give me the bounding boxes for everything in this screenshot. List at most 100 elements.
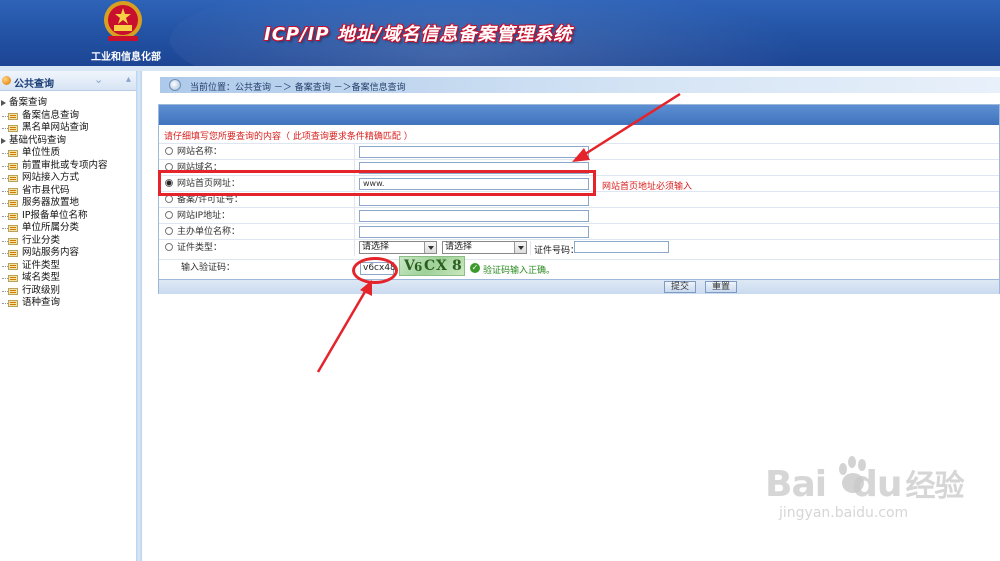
cert-subtype-select-value: 请选择 — [445, 242, 473, 252]
sidebar-item[interactable]: 服务器放置地 — [0, 197, 136, 210]
bullet-icon — [2, 76, 11, 85]
highlight-box — [158, 170, 596, 196]
site-name-label: 网站名称： — [177, 147, 223, 157]
row-divider — [354, 224, 355, 240]
sidebar-item-label: 行政级别 — [22, 284, 61, 296]
radio-icon[interactable] — [165, 211, 173, 219]
sidebar-item[interactable]: 备案信息查询 — [0, 110, 136, 123]
breadcrumb-text: 当前位置：公共查询 －＞ 备案查询 －＞备案信息查询 — [190, 83, 406, 93]
form-row-cert-type: 证件类型： 请选择 请选择 证件号码： — [159, 239, 999, 256]
collapse-chevron-icon[interactable]: ⌄ — [94, 73, 103, 86]
sidebar-item-label: 省市县代码 — [22, 184, 70, 196]
reset-button[interactable]: 重置 — [705, 281, 737, 293]
sidebar-item[interactable]: 单位性质 — [0, 147, 136, 160]
ministry-name: 工业和信息化部 — [91, 52, 161, 63]
sidebar-category[interactable]: 备案查询 — [0, 97, 136, 110]
sidebar-item-label: 前置审批或专项内容 — [22, 159, 108, 171]
form-row-site-name: 网站名称： — [159, 143, 999, 160]
page-icon — [8, 112, 18, 120]
cert-type-option[interactable]: 证件类型： — [165, 242, 222, 254]
dropdown-arrow-icon[interactable] — [424, 242, 436, 253]
site-name-input[interactable] — [359, 146, 589, 158]
cert-no-label: 证件号码： — [534, 246, 580, 256]
sidebar-tree: 备案查询 备案信息查询 黑名单网站查询 基础代码查询 单位性质 前置审批或专项内容 网站接入… — [0, 97, 136, 310]
cert-type-select-value: 请选择 — [362, 242, 390, 252]
page-icon — [8, 175, 18, 182]
query-note: 请仔细填写您所要查询的内容（ 此项查询要求条件精确匹配 ） — [164, 132, 413, 142]
sidebar-item-label: 网站接入方式 — [22, 172, 80, 183]
sidebar-title: 公共查询 — [14, 79, 54, 90]
page-icon — [8, 250, 18, 257]
captcha-char: C — [424, 258, 436, 274]
form-row-site-ip: 网站IP地址： — [159, 207, 999, 224]
sidebar-header[interactable]: 公共查询 ⌄ ▴ — [0, 71, 136, 91]
home-icon[interactable] — [169, 79, 181, 91]
sidebar-item[interactable]: 证件类型 — [0, 260, 136, 273]
radio-icon[interactable] — [165, 243, 173, 251]
captcha-image[interactable]: V 6 C X 8 — [399, 256, 465, 276]
sidebar-category[interactable]: 基础代码查询 — [0, 135, 136, 148]
captcha-char: 6 — [414, 260, 423, 274]
sidebar: 公共查询 ⌄ ▴ 备案查询 备案信息查询 黑名单网站查询 基础代码查询 单位性质 前置审批… — [0, 71, 142, 561]
page-icon — [8, 125, 18, 132]
panel-header — [159, 105, 999, 125]
site-name-option[interactable]: 网站名称： — [165, 146, 222, 158]
cell-divider — [530, 241, 531, 255]
paw-icon — [839, 456, 866, 493]
watermark-brand-3: 经验 — [905, 469, 964, 504]
sidebar-item[interactable]: 单位所属分类 — [0, 222, 136, 235]
organizer-label: 主办单位名称： — [177, 227, 241, 237]
radio-icon[interactable] — [165, 227, 173, 235]
cert-subtype-select[interactable]: 请选择 — [442, 241, 527, 254]
radio-icon[interactable] — [165, 195, 173, 203]
highlight-ellipse — [352, 257, 398, 284]
sidebar-item-label: 证件类型 — [22, 259, 61, 271]
sidebar-item[interactable]: IP报备单位名称 — [0, 210, 136, 223]
form-row-organizer: 主办单位名称： — [159, 223, 999, 240]
site-ip-input[interactable] — [359, 210, 589, 222]
site-ip-option[interactable]: 网站IP地址： — [165, 210, 230, 222]
page-icon — [8, 187, 18, 195]
watermark-url: jingyan.baidu.com — [779, 505, 909, 521]
captcha-ok-message: 验证码输入正确。 — [483, 266, 556, 276]
sidebar-item-label: 网站服务内容 — [22, 247, 80, 258]
row-divider — [354, 208, 355, 224]
sidebar-item[interactable]: 行业分类 — [0, 235, 136, 248]
form-row-captcha: 输入验证码： v6cx48 V 6 C X 8 ✓ 验证码输入正确。 — [159, 256, 999, 279]
page-icon — [8, 287, 18, 295]
captcha-char: X — [436, 258, 447, 274]
organizer-option[interactable]: 主办单位名称： — [165, 226, 240, 238]
captcha-char: 8 — [452, 258, 462, 274]
sidebar-item-label: 语种查询 — [22, 297, 61, 308]
baidu-watermark: Bai du 经验 jingyan.baidu.com — [765, 456, 964, 521]
sidebar-item-label: 服务器放置地 — [22, 197, 80, 208]
scroll-up-icon[interactable]: ▴ — [126, 74, 131, 85]
sidebar-item-label: 基础代码查询 — [9, 134, 67, 146]
page-icon — [8, 225, 18, 232]
cert-type-select[interactable]: 请选择 — [359, 241, 437, 254]
sidebar-item-label: 备案查询 — [9, 97, 48, 108]
organizer-input[interactable] — [359, 226, 589, 238]
site-ip-label: 网站IP地址： — [177, 211, 231, 221]
button-bar: 提交 重置 — [159, 279, 999, 294]
dropdown-arrow-icon[interactable] — [514, 242, 526, 253]
sidebar-item-label: 备案信息查询 — [22, 109, 80, 121]
sidebar-item[interactable]: 网站接入方式 — [0, 172, 136, 185]
sidebar-item[interactable]: 省市县代码 — [0, 185, 136, 198]
sidebar-item-label: 域名类型 — [22, 272, 61, 283]
row-divider — [354, 144, 355, 160]
sidebar-item[interactable]: 语种查询 — [0, 297, 136, 310]
sidebar-item[interactable]: 黑名单网站查询 — [0, 122, 136, 135]
sidebar-item-label: 单位所属分类 — [22, 222, 80, 233]
sidebar-item-label: 行业分类 — [22, 234, 61, 246]
sidebar-item-label: 黑名单网站查询 — [22, 122, 89, 133]
sidebar-item[interactable]: 域名类型 — [0, 272, 136, 285]
sidebar-item[interactable]: 前置审批或专项内容 — [0, 160, 136, 173]
sidebar-item[interactable]: 网站服务内容 — [0, 247, 136, 260]
submit-button[interactable]: 提交 — [664, 281, 696, 293]
query-panel: 请仔细填写您所要查询的内容（ 此项查询要求条件精确匹配 ） 网站名称： 网站域名… — [158, 104, 1000, 294]
page-icon — [8, 275, 18, 282]
cert-no-input[interactable] — [574, 241, 669, 253]
sidebar-item[interactable]: 行政级别 — [0, 285, 136, 298]
radio-icon[interactable] — [165, 147, 173, 155]
